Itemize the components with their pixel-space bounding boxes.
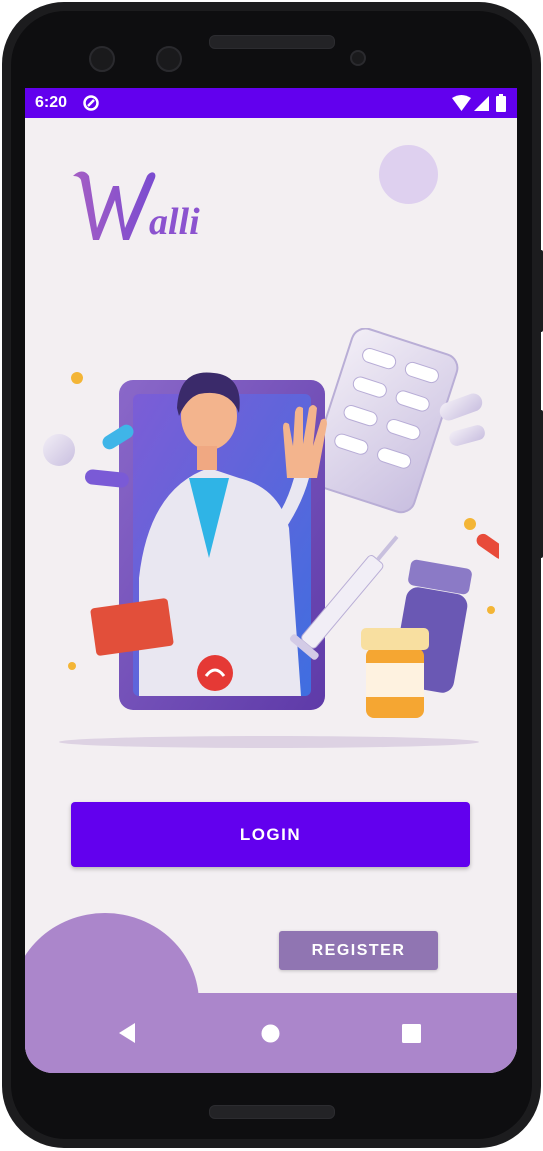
pill xyxy=(449,425,485,446)
proximity-sensor xyxy=(350,50,366,66)
front-sensor xyxy=(156,46,182,72)
recents-icon[interactable] xyxy=(402,1024,421,1043)
status-bar: 6:20 xyxy=(25,88,517,118)
register-button[interactable]: REGISTER xyxy=(279,931,438,970)
walli-logo: alli xyxy=(73,171,200,243)
logo-text: alli xyxy=(149,201,200,243)
data-saver-icon xyxy=(83,95,99,111)
home-icon[interactable] xyxy=(261,1024,280,1043)
bottom-speaker xyxy=(209,1105,335,1119)
illustration-shadow xyxy=(59,736,479,748)
battery-icon xyxy=(496,94,506,112)
back-icon[interactable] xyxy=(117,1022,137,1044)
power-button xyxy=(538,410,543,558)
capsule xyxy=(476,533,499,559)
app-screen: 6:20 alli LOGIN REGISTER xyxy=(25,88,517,1073)
top-speaker xyxy=(209,35,335,49)
tablet xyxy=(43,434,75,466)
decorative-circle xyxy=(379,145,438,204)
login-button[interactable]: LOGIN xyxy=(71,802,470,867)
front-camera xyxy=(89,46,115,72)
status-time: 6:20 xyxy=(35,94,68,111)
wifi-icon xyxy=(452,95,471,111)
blister-pack xyxy=(308,328,459,514)
volume-button xyxy=(538,250,543,332)
doctor-video-call-illustration xyxy=(43,328,499,748)
navigation-bar xyxy=(25,993,517,1073)
hang-up-button-graphic xyxy=(197,655,233,691)
cell-signal-icon xyxy=(474,96,489,111)
